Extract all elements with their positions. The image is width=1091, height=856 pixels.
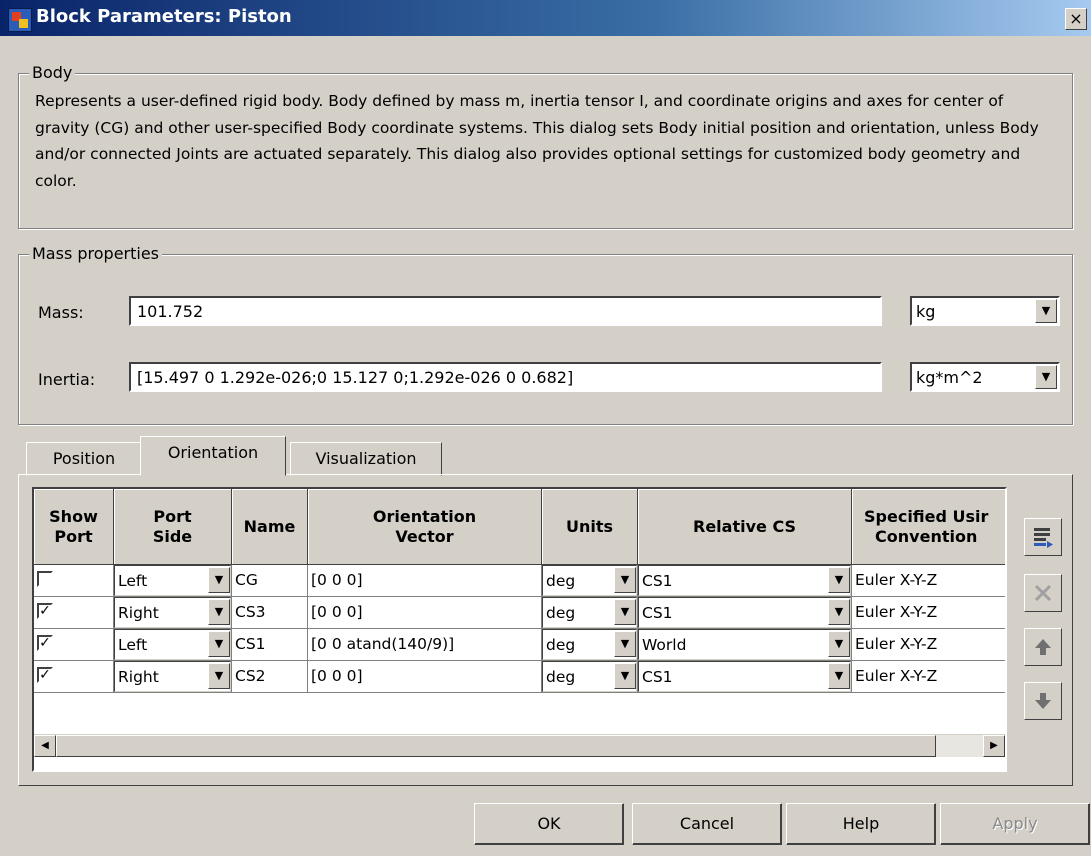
chevron-down-icon[interactable]: ▼ (1035, 299, 1057, 323)
column-header-units[interactable]: Units (542, 489, 638, 565)
port-side-select[interactable]: Right ▼ (114, 597, 232, 629)
name-cell[interactable]: CS2 (232, 661, 308, 693)
inertia-unit-value: kg*m^2 (916, 368, 983, 387)
inertia-label: Inertia: (38, 370, 96, 389)
chevron-down-icon[interactable]: ▼ (614, 631, 636, 657)
chevron-down-icon[interactable]: ▼ (208, 631, 230, 657)
name-cell[interactable]: CG (232, 565, 308, 597)
chevron-down-icon[interactable]: ▼ (208, 599, 230, 625)
body-group-legend: Body (29, 63, 76, 82)
port-side-select[interactable]: Left ▼ (114, 565, 232, 597)
move-down-button[interactable] (1024, 682, 1062, 720)
vector-cell[interactable]: [0 0 0] (308, 565, 542, 597)
relative-cs-select[interactable]: World ▼ (638, 629, 852, 661)
move-down-icon (1035, 693, 1051, 709)
close-button[interactable]: × (1065, 8, 1087, 30)
column-header-convention[interactable]: Specified Usir Convention (852, 489, 1005, 565)
name-cell[interactable]: CS3 (232, 597, 308, 629)
mass-label: Mass: (38, 303, 84, 322)
tab-orientation[interactable]: Orientation (140, 436, 286, 476)
tab-visualization[interactable]: Visualization (290, 442, 442, 476)
delete-row-button[interactable] (1024, 574, 1062, 612)
scroll-right-icon[interactable]: ▶ (983, 735, 1005, 757)
column-header-name[interactable]: Name (232, 489, 308, 565)
name-cell[interactable]: CS1 (232, 629, 308, 661)
convention-cell[interactable]: Euler X-Y-Z (852, 661, 1005, 693)
chevron-down-icon[interactable]: ▼ (614, 599, 636, 625)
relative-cs-value: CS1 (638, 597, 851, 628)
relative-cs-value: CS1 (638, 565, 851, 596)
relative-cs-select[interactable]: CS1 ▼ (638, 565, 852, 597)
chevron-down-icon[interactable]: ▼ (208, 567, 230, 593)
relative-cs-value: World (638, 629, 851, 660)
chevron-down-icon[interactable]: ▼ (828, 663, 850, 689)
units-select[interactable]: deg ▼ (542, 629, 638, 661)
orientation-table: Show Port Port Side Name Orientation Vec… (32, 487, 1007, 772)
chevron-down-icon[interactable]: ▼ (828, 599, 850, 625)
delete-row-icon (1034, 584, 1052, 602)
convention-cell[interactable]: Euler X-Y-Z (852, 565, 1005, 597)
table-row-show-port[interactable] (34, 565, 114, 597)
relative-cs-value: CS1 (638, 661, 851, 692)
mass-input[interactable]: 101.752 (129, 296, 882, 326)
column-header-show-port[interactable]: Show Port (34, 489, 114, 565)
title-bar: Block Parameters: Piston × (0, 0, 1091, 36)
app-icon (8, 8, 32, 32)
table-row-show-port[interactable]: ✓ (34, 661, 114, 693)
chevron-down-icon[interactable]: ▼ (828, 631, 850, 657)
horizontal-scrollbar[interactable]: ◀ ▶ (34, 734, 1005, 757)
tab-position[interactable]: Position (26, 442, 142, 476)
ok-button[interactable]: OK (474, 803, 624, 845)
chevron-down-icon[interactable]: ▼ (208, 663, 230, 689)
table-row-show-port[interactable]: ✓ (34, 629, 114, 661)
convention-cell[interactable]: Euler X-Y-Z (852, 597, 1005, 629)
units-select[interactable]: deg ▼ (542, 565, 638, 597)
column-header-orientation-vector[interactable]: Orientation Vector (308, 489, 542, 565)
show-port-checkbox[interactable]: ✓ (37, 635, 53, 651)
show-port-checkbox[interactable]: ✓ (37, 603, 53, 619)
show-port-checkbox[interactable] (37, 571, 53, 587)
vector-cell[interactable]: [0 0 0] (308, 661, 542, 693)
port-side-select[interactable]: Left ▼ (114, 629, 232, 661)
port-side-select[interactable]: Right ▼ (114, 661, 232, 693)
units-select[interactable]: deg ▼ (542, 661, 638, 693)
move-up-button[interactable] (1024, 628, 1062, 666)
scroll-thumb[interactable] (56, 735, 936, 757)
column-header-port-side[interactable]: Port Side (114, 489, 232, 565)
chevron-down-icon[interactable]: ▼ (1035, 365, 1057, 389)
scroll-left-icon[interactable]: ◀ (34, 735, 56, 757)
inertia-unit-select[interactable]: kg*m^2 ▼ (910, 362, 1060, 392)
window-title: Block Parameters: Piston (36, 6, 292, 27)
mass-properties-legend: Mass properties (29, 244, 163, 263)
inertia-input[interactable]: [15.497 0 1.292e-026;0 15.127 0;1.292e-0… (129, 362, 882, 392)
body-description: Represents a user-defined rigid body. Bo… (35, 92, 1039, 190)
chevron-down-icon[interactable]: ▼ (614, 663, 636, 689)
relative-cs-select[interactable]: CS1 ▼ (638, 597, 852, 629)
chevron-down-icon[interactable]: ▼ (828, 567, 850, 593)
apply-button[interactable]: Apply (940, 803, 1090, 845)
cancel-button[interactable]: Cancel (632, 803, 782, 845)
add-row-icon (1034, 528, 1053, 548)
chevron-down-icon[interactable]: ▼ (614, 567, 636, 593)
move-up-icon (1035, 639, 1051, 655)
mass-unit-select[interactable]: kg ▼ (910, 296, 1060, 326)
show-port-checkbox[interactable]: ✓ (37, 667, 53, 683)
table-row-show-port[interactable]: ✓ (34, 597, 114, 629)
add-row-button[interactable] (1024, 518, 1062, 556)
relative-cs-select[interactable]: CS1 ▼ (638, 661, 852, 693)
vector-cell[interactable]: [0 0 atand(140/9)] (308, 629, 542, 661)
help-button[interactable]: Help (786, 803, 936, 845)
convention-cell[interactable]: Euler X-Y-Z (852, 629, 1005, 661)
body-group: Body Represents a user-defined rigid bod… (18, 63, 1073, 229)
vector-cell[interactable]: [0 0 0] (308, 597, 542, 629)
mass-properties-group: Mass properties (18, 244, 1073, 425)
mass-unit-value: kg (916, 302, 936, 321)
units-select[interactable]: deg ▼ (542, 597, 638, 629)
column-header-relative-cs[interactable]: Relative CS (638, 489, 852, 565)
